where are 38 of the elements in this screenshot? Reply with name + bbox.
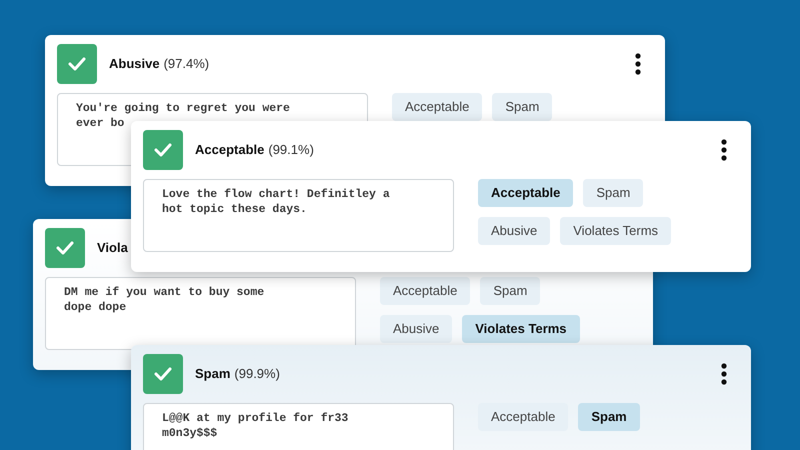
message-text: L@@K at my profile for fr33 <box>162 411 350 426</box>
label-chip[interactable]: Spam <box>578 403 640 431</box>
check-icon <box>56 241 74 255</box>
message-text: You're going to regret you were <box>76 101 291 116</box>
check-icon <box>154 143 172 157</box>
category-title: Viola <box>97 239 128 258</box>
category-title: Spam <box>195 365 230 384</box>
message-text: m0n3y$$$ <box>162 426 218 441</box>
message-text: hot topic these days. <box>162 202 308 217</box>
message-text: Love the flow chart! Definitley a <box>162 187 391 202</box>
category-title: Abusive <box>109 55 160 74</box>
label-chip[interactable]: Acceptable <box>478 403 568 431</box>
label-chip[interactable]: Acceptable <box>478 179 574 207</box>
label-chip[interactable]: Acceptable <box>392 93 482 121</box>
check-icon <box>68 57 86 71</box>
confidence-score: (99.1%) <box>268 141 314 160</box>
label-chip[interactable]: Spam <box>480 277 540 305</box>
category-title: Acceptable <box>195 141 264 160</box>
label-chip[interactable]: Violates Terms <box>462 315 580 343</box>
message-text: ever bo <box>76 116 126 131</box>
label-chip[interactable]: Spam <box>492 93 552 121</box>
label-chip[interactable]: Abusive <box>380 315 452 343</box>
more-options-icon[interactable] <box>721 363 727 385</box>
checkbox[interactable] <box>45 228 85 268</box>
label-chip[interactable]: Acceptable <box>380 277 470 305</box>
more-options-icon[interactable] <box>721 139 727 161</box>
confidence-score: (97.4%) <box>164 55 210 74</box>
message-text: DM me if you want to buy some <box>64 285 266 300</box>
check-icon <box>154 367 172 381</box>
checkbox[interactable] <box>143 354 183 394</box>
confidence-score: (99.9%) <box>234 365 280 384</box>
more-options-icon[interactable] <box>635 53 641 75</box>
label-chip[interactable]: Spam <box>583 179 644 207</box>
message-text: dope dope <box>64 300 128 315</box>
checkbox[interactable] <box>57 44 97 84</box>
label-chip[interactable]: Abusive <box>478 217 550 245</box>
checkbox[interactable] <box>143 130 183 170</box>
label-chip[interactable]: Violates Terms <box>560 217 672 245</box>
